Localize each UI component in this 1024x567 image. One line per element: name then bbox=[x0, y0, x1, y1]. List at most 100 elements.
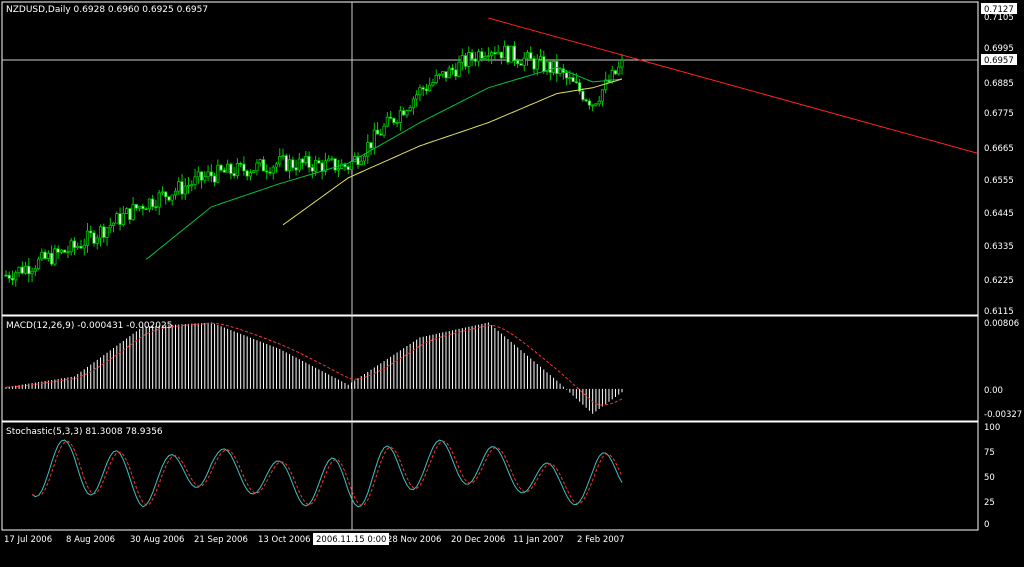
chart-title: NZDUSD,Daily 0.6928 0.6960 0.6925 0.6957 bbox=[6, 5, 208, 15]
price-tick: 0.6775 bbox=[984, 109, 1014, 119]
candle-body bbox=[333, 158, 337, 171]
candle-body bbox=[164, 191, 168, 198]
candle-body bbox=[108, 225, 112, 229]
candle-body bbox=[604, 79, 608, 91]
candle-body bbox=[467, 52, 471, 67]
candle-body bbox=[151, 198, 155, 208]
candle-body bbox=[424, 88, 429, 92]
candle-body bbox=[346, 166, 350, 170]
candle-body bbox=[415, 94, 419, 100]
candle-body bbox=[235, 162, 240, 177]
candle-body bbox=[261, 159, 266, 172]
candle-body bbox=[437, 73, 442, 76]
date-tick: 13 Oct 2006 bbox=[258, 535, 311, 545]
candle-body bbox=[444, 71, 448, 79]
candle-body bbox=[379, 133, 383, 136]
candle-body bbox=[447, 67, 451, 79]
candle-body bbox=[620, 59, 624, 68]
candle-body bbox=[111, 222, 116, 226]
candle-body bbox=[147, 198, 152, 210]
stoch-tick: 0 bbox=[984, 520, 989, 530]
date-tick: 28 Nov 2006 bbox=[387, 535, 441, 545]
candle-body bbox=[212, 175, 217, 183]
candle-body bbox=[206, 171, 210, 178]
candle-body bbox=[300, 158, 305, 164]
candle-body bbox=[525, 52, 530, 59]
candle-body bbox=[320, 162, 324, 172]
macd-tick: 0.00 bbox=[984, 386, 1003, 396]
candle-body bbox=[138, 205, 142, 209]
candle-body bbox=[463, 55, 468, 67]
candle-body bbox=[441, 71, 445, 75]
candle-body bbox=[529, 52, 533, 59]
candle-body bbox=[4, 274, 8, 277]
candle-body bbox=[98, 226, 103, 239]
candle-body bbox=[232, 173, 236, 177]
candle-body bbox=[27, 265, 31, 275]
candle-body bbox=[304, 155, 308, 164]
candle-body bbox=[457, 61, 461, 77]
candle-body bbox=[385, 116, 389, 127]
candle-body bbox=[597, 100, 601, 105]
candle-body bbox=[7, 274, 11, 279]
candle-body bbox=[535, 58, 539, 70]
candle-body bbox=[226, 163, 230, 173]
candle-body bbox=[203, 176, 207, 181]
candle-body bbox=[375, 129, 380, 135]
candle-body bbox=[63, 249, 67, 253]
candle-body bbox=[499, 51, 504, 59]
candle-body bbox=[23, 265, 28, 274]
candle-body bbox=[291, 159, 295, 169]
candle-body bbox=[30, 270, 34, 275]
candle-body bbox=[85, 230, 90, 246]
candle-body bbox=[516, 60, 520, 65]
candle-body bbox=[199, 171, 204, 181]
candle-body bbox=[59, 249, 64, 253]
candle-body bbox=[46, 252, 50, 259]
price-tick: 0.6885 bbox=[984, 79, 1014, 89]
candle-body bbox=[336, 168, 341, 171]
candle-body bbox=[89, 230, 93, 234]
candle-body bbox=[216, 164, 220, 183]
macd-tick: -0.00327 bbox=[984, 410, 1022, 420]
date-tick: 30 Aug 2006 bbox=[130, 535, 184, 545]
chart-canvas: NZDUSD,Daily 0.6928 0.6960 0.6925 0.6957… bbox=[0, 0, 1024, 567]
candle-body bbox=[571, 77, 575, 82]
chart-background bbox=[0, 0, 1024, 567]
candle-body bbox=[327, 158, 331, 162]
candle-body bbox=[450, 67, 455, 71]
candle-body bbox=[421, 87, 425, 90]
date-tick: 2 Feb 2007 bbox=[577, 535, 625, 545]
candle-body bbox=[209, 171, 213, 177]
candle-body bbox=[366, 142, 370, 157]
candle-body bbox=[121, 213, 125, 225]
candle-body bbox=[124, 208, 129, 215]
candle-body bbox=[131, 204, 135, 220]
candle-body bbox=[496, 51, 500, 55]
candle-body bbox=[388, 116, 393, 119]
price-tick: 0.6665 bbox=[984, 144, 1014, 154]
price-tick: 0.6335 bbox=[984, 242, 1014, 252]
candle-body bbox=[271, 166, 275, 174]
candle-body bbox=[141, 205, 145, 210]
candle-body bbox=[522, 57, 526, 66]
candle-body bbox=[503, 45, 507, 59]
candle-body bbox=[294, 167, 298, 171]
candle-body bbox=[307, 155, 311, 168]
candle-body bbox=[105, 227, 109, 238]
candle-body bbox=[594, 103, 598, 106]
candle-body bbox=[287, 159, 292, 172]
candle-body bbox=[297, 158, 301, 171]
candle-body bbox=[144, 208, 148, 211]
candle-body bbox=[281, 155, 285, 158]
candle-body bbox=[600, 89, 605, 102]
current-price-label: 0.6957 bbox=[984, 56, 1014, 66]
candle-body bbox=[359, 160, 363, 166]
candle-body bbox=[431, 82, 435, 86]
price-tick: 0.6995 bbox=[984, 44, 1014, 54]
candle-body bbox=[167, 196, 171, 201]
date-tick: 17 Jul 2006 bbox=[4, 535, 52, 545]
candle-body bbox=[248, 172, 253, 177]
candle-body bbox=[56, 248, 60, 253]
candle-body bbox=[349, 161, 354, 170]
